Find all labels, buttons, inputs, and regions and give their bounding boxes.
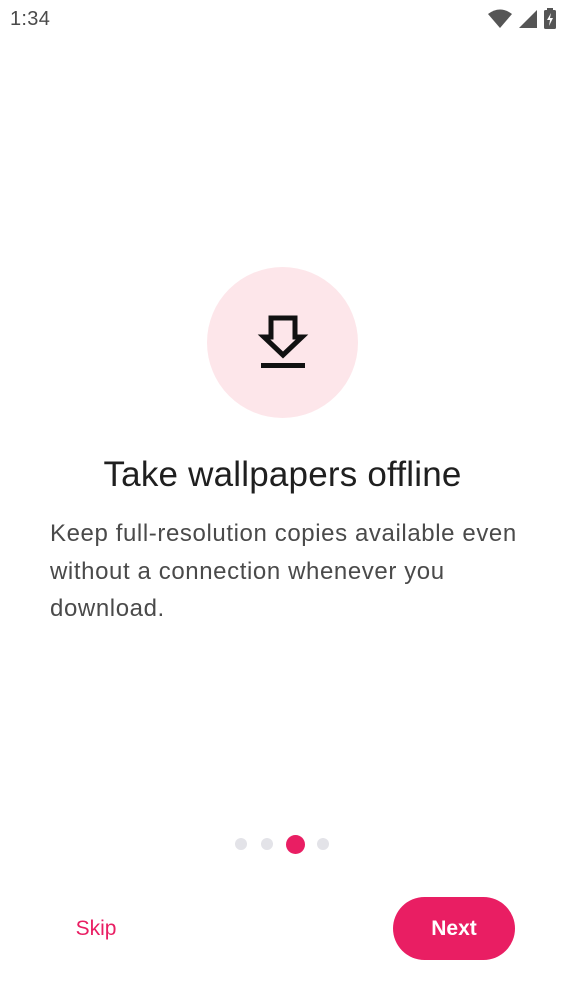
page-dot	[235, 838, 247, 850]
page-dot	[317, 838, 329, 850]
battery-charging-icon	[543, 8, 557, 30]
hero-icon-circle	[207, 267, 358, 418]
onboarding-description: Keep full-resolution copies available ev…	[50, 520, 517, 622]
skip-button[interactable]: Skip	[55, 905, 137, 953]
download-icon	[257, 315, 308, 368]
next-button[interactable]: Next	[393, 897, 515, 960]
page-indicator	[0, 834, 565, 855]
onboarding-screen: 1:34 Take wallpapers offline Keep full-r…	[0, 0, 565, 1004]
page-dot	[261, 838, 273, 850]
page-dot-active	[285, 834, 305, 854]
status-time: 1:34	[10, 8, 51, 30]
cellular-signal-icon	[517, 8, 539, 30]
status-bar: 1:34	[0, 0, 565, 40]
onboarding-title: Take wallpapers offline	[103, 455, 462, 494]
wifi-icon	[487, 8, 513, 30]
status-icons	[487, 8, 557, 30]
